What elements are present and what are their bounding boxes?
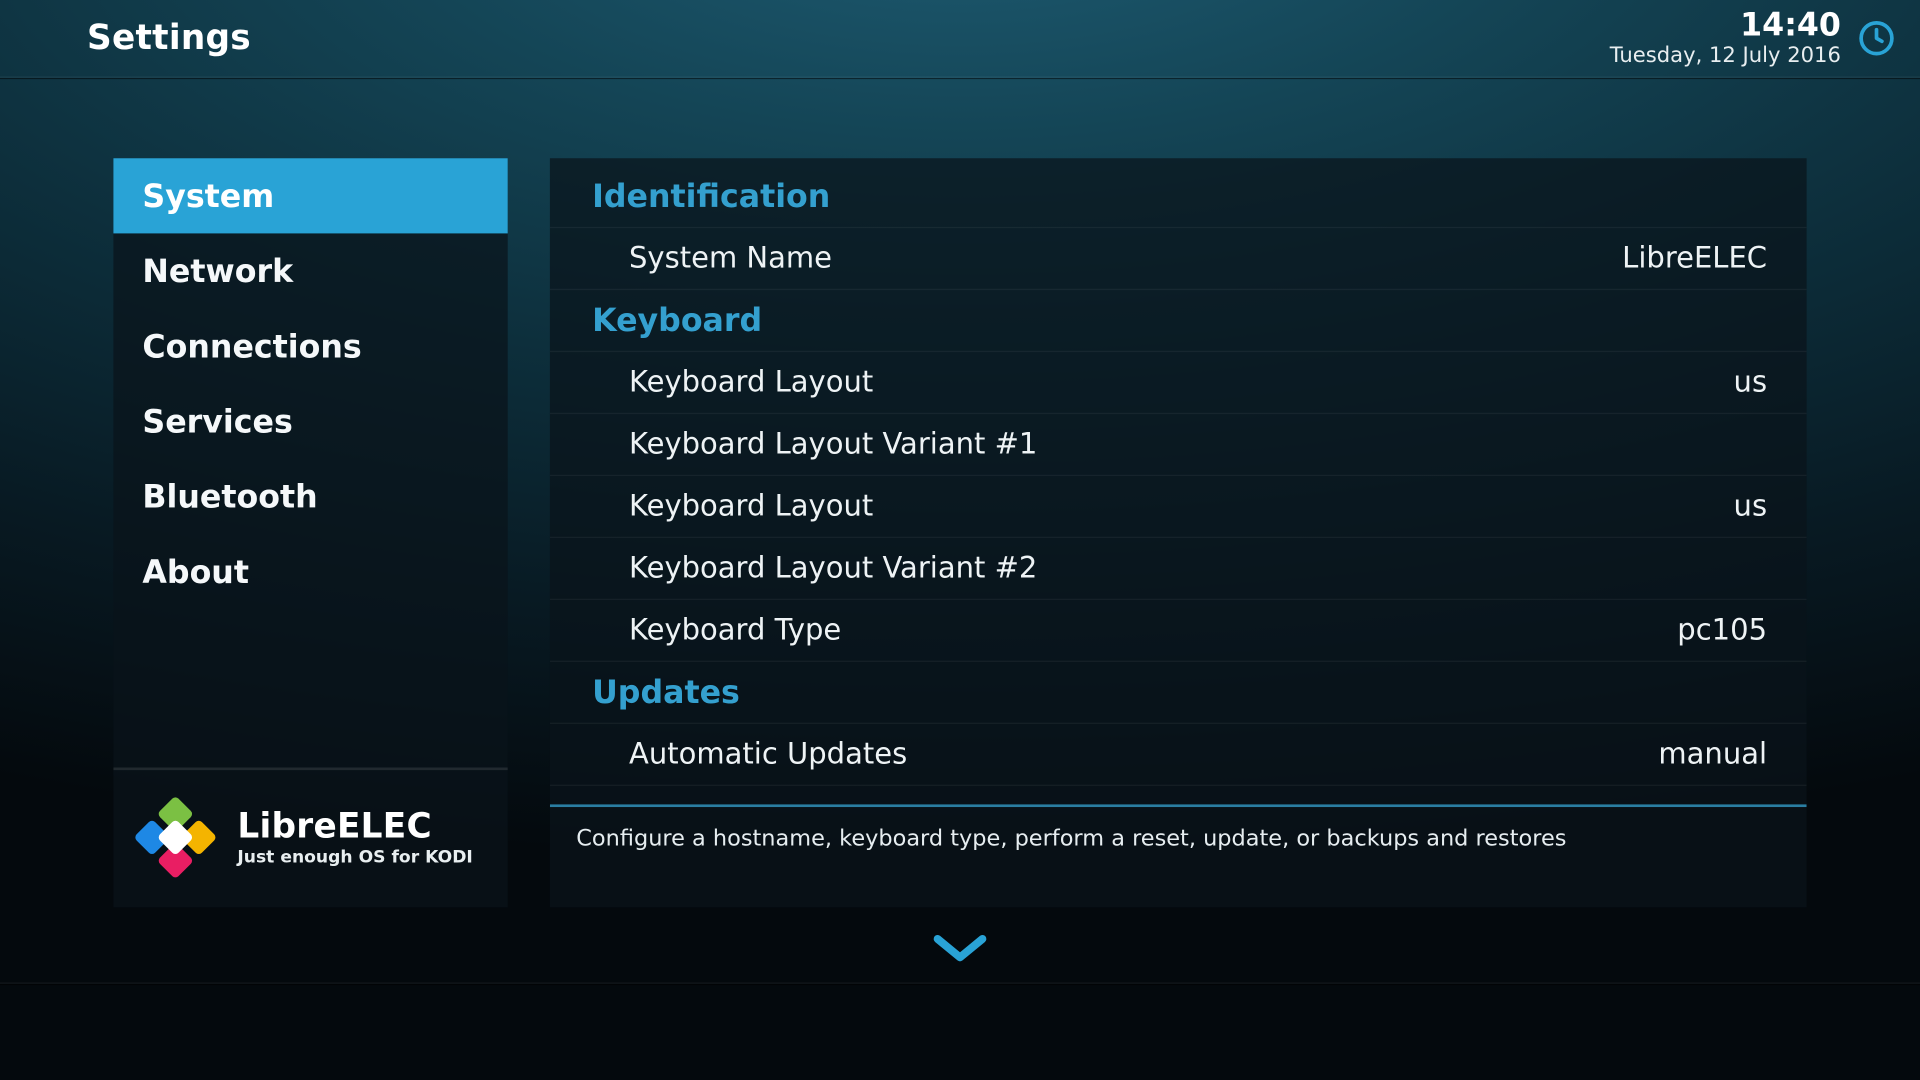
sidebar-item-system[interactable]: System xyxy=(113,158,507,233)
sidebar-item-label: System xyxy=(142,177,274,214)
setting-value: us xyxy=(1734,366,1768,399)
sidebar-item-label: Connections xyxy=(142,328,361,365)
sidebar-item-network[interactable]: Network xyxy=(113,233,507,308)
clock-date: Tuesday, 12 July 2016 xyxy=(1610,42,1841,67)
setting-keyboard-layout-variant-1[interactable]: Keyboard Layout Variant #1 xyxy=(550,414,1807,476)
setting-label: Keyboard Layout xyxy=(629,366,873,399)
group-header-keyboard: Keyboard xyxy=(550,290,1807,352)
setting-value: LibreELEC xyxy=(1622,242,1767,275)
chevron-down-icon xyxy=(930,931,991,973)
setting-label: Keyboard Layout Variant #2 xyxy=(629,552,1037,585)
sidebar-item-label: Services xyxy=(142,403,292,440)
setting-keyboard-layout-1[interactable]: Keyboard Layout us xyxy=(550,352,1807,414)
clock-time: 14:40 xyxy=(1610,9,1841,41)
setting-value: us xyxy=(1734,490,1768,523)
sidebar-items: System Network Connections Services Blue… xyxy=(113,158,507,609)
settings-description: Configure a hostname, keyboard type, per… xyxy=(550,804,1807,907)
sidebar: System Network Connections Services Blue… xyxy=(113,158,507,907)
setting-automatic-updates[interactable]: Automatic Updates manual xyxy=(550,724,1807,786)
setting-system-name[interactable]: System Name LibreELEC xyxy=(550,228,1807,290)
sidebar-item-label: Network xyxy=(142,253,293,290)
setting-value: pc105 xyxy=(1677,614,1767,647)
brand-tagline: Just enough OS for KODI xyxy=(237,848,472,868)
top-bar: Settings 14:40 Tuesday, 12 July 2016 xyxy=(0,0,1920,78)
brand-logo: LibreELEC Just enough OS for KODI xyxy=(113,767,507,907)
setting-label: System Name xyxy=(629,242,832,275)
setting-label: Keyboard Layout xyxy=(629,490,873,523)
libreelec-logo-icon xyxy=(132,794,219,881)
page-title: Settings xyxy=(87,18,251,58)
setting-label: Keyboard Type xyxy=(629,614,841,647)
scroll-down-button[interactable] xyxy=(0,931,1920,973)
clock-icon xyxy=(1857,18,1897,58)
clock: 14:40 Tuesday, 12 July 2016 xyxy=(1610,9,1897,67)
sidebar-item-label: Bluetooth xyxy=(142,478,317,515)
setting-keyboard-layout-variant-2[interactable]: Keyboard Layout Variant #2 xyxy=(550,538,1807,600)
sidebar-item-about[interactable]: About xyxy=(113,534,507,609)
brand-name: LibreELEC xyxy=(237,807,472,847)
sidebar-item-services[interactable]: Services xyxy=(113,384,507,459)
setting-keyboard-layout-2[interactable]: Keyboard Layout us xyxy=(550,476,1807,538)
setting-label: Keyboard Layout Variant #1 xyxy=(629,428,1037,461)
setting-value: manual xyxy=(1658,738,1767,771)
sidebar-item-bluetooth[interactable]: Bluetooth xyxy=(113,459,507,534)
sidebar-item-connections[interactable]: Connections xyxy=(113,309,507,384)
group-header-updates: Updates xyxy=(550,662,1807,724)
sidebar-item-label: About xyxy=(142,553,249,590)
setting-keyboard-type[interactable]: Keyboard Type pc105 xyxy=(550,600,1807,662)
setting-label: Automatic Updates xyxy=(629,738,907,771)
divider xyxy=(0,982,1920,983)
settings-list: Identification System Name LibreELEC Key… xyxy=(550,158,1807,804)
group-header-identification: Identification xyxy=(550,166,1807,228)
settings-panel: Identification System Name LibreELEC Key… xyxy=(550,158,1807,907)
